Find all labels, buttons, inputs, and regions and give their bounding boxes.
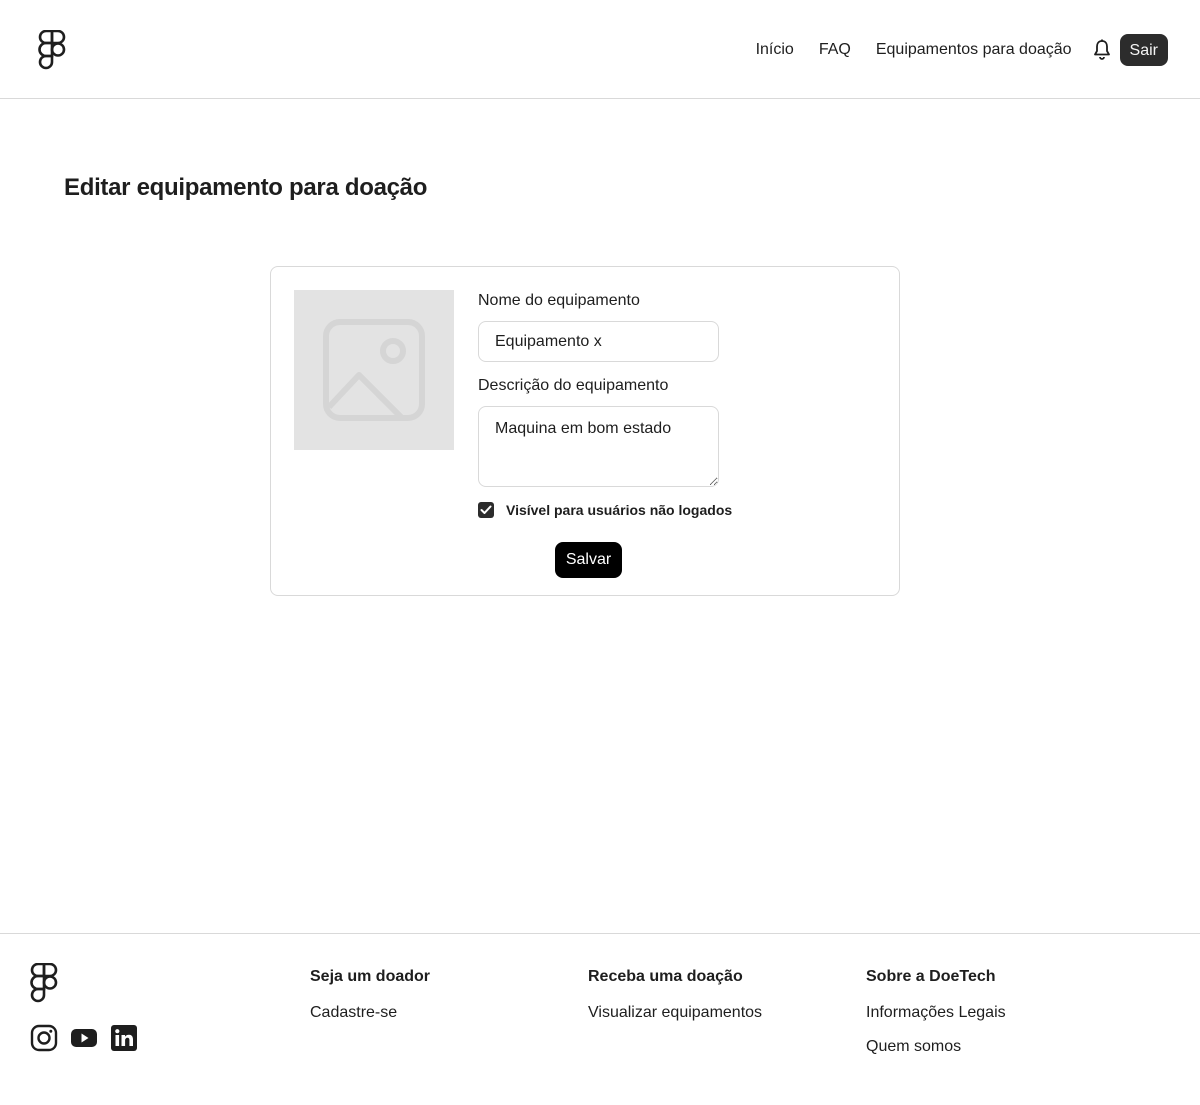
footer-link-visualizar-equipamentos[interactable]: Visualizar equipamentos — [588, 1003, 762, 1023]
description-field-label: Descrição do equipamento — [478, 377, 669, 394]
main-nav: Início FAQ Equipamentos para doação Sair — [731, 34, 1168, 66]
footer-column-title: Sobre a DoeTech — [866, 968, 996, 985]
bell-icon[interactable] — [1092, 39, 1112, 61]
instagram-icon[interactable] — [30, 1024, 58, 1052]
footer-link-quem-somos[interactable]: Quem somos — [866, 1037, 1006, 1057]
image-icon — [323, 319, 425, 421]
site-header: Início FAQ Equipamentos para doação Sair — [0, 0, 1200, 99]
page-title: Editar equipamento para doação — [64, 174, 428, 201]
logout-button[interactable]: Sair — [1119, 34, 1168, 66]
visibility-checkbox-label: Visível para usuários não logados — [506, 502, 733, 518]
equipment-description-textarea[interactable]: Maquina em bom estado — [478, 406, 719, 487]
nav-link-faq[interactable]: FAQ — [819, 41, 851, 59]
social-links — [30, 1024, 150, 1052]
nav-link-inicio[interactable]: Início — [756, 41, 794, 59]
site-footer: Seja um doador Cadastre-se Receba uma do… — [0, 933, 1200, 1105]
footer-column-about: Sobre a DoeTech Informações Legais Quem … — [866, 967, 1006, 1071]
linkedin-icon[interactable] — [110, 1024, 138, 1052]
footer-column-title: Seja um doador — [310, 968, 431, 985]
name-field-label: Nome do equipamento — [478, 292, 640, 309]
figma-logo-icon — [30, 963, 58, 1003]
footer-link-informacoes-legais[interactable]: Informações Legais — [866, 1003, 1006, 1023]
footer-column-receive: Receba uma doação Visualizar equipamento… — [588, 967, 762, 1037]
save-button[interactable]: Salvar — [555, 542, 622, 578]
footer-column-title: Receba uma doação — [588, 968, 743, 985]
check-icon — [480, 505, 492, 514]
nav-link-equipamentos[interactable]: Equipamentos para doação — [876, 41, 1072, 59]
visibility-checkbox[interactable] — [478, 502, 494, 518]
equipment-name-input[interactable] — [478, 321, 719, 362]
equipment-image-placeholder[interactable] — [294, 290, 454, 450]
footer-column-donor: Seja um doador Cadastre-se — [310, 967, 430, 1037]
equipment-form: Nome do equipamento Descrição do equipam… — [478, 291, 878, 518]
footer-link-cadastre-se[interactable]: Cadastre-se — [310, 1003, 430, 1023]
figma-logo-icon[interactable] — [38, 30, 66, 70]
youtube-icon[interactable] — [70, 1024, 98, 1052]
visibility-checkbox-row[interactable]: Visível para usuários não logados — [478, 502, 878, 518]
edit-equipment-card: Nome do equipamento Descrição do equipam… — [270, 266, 900, 596]
